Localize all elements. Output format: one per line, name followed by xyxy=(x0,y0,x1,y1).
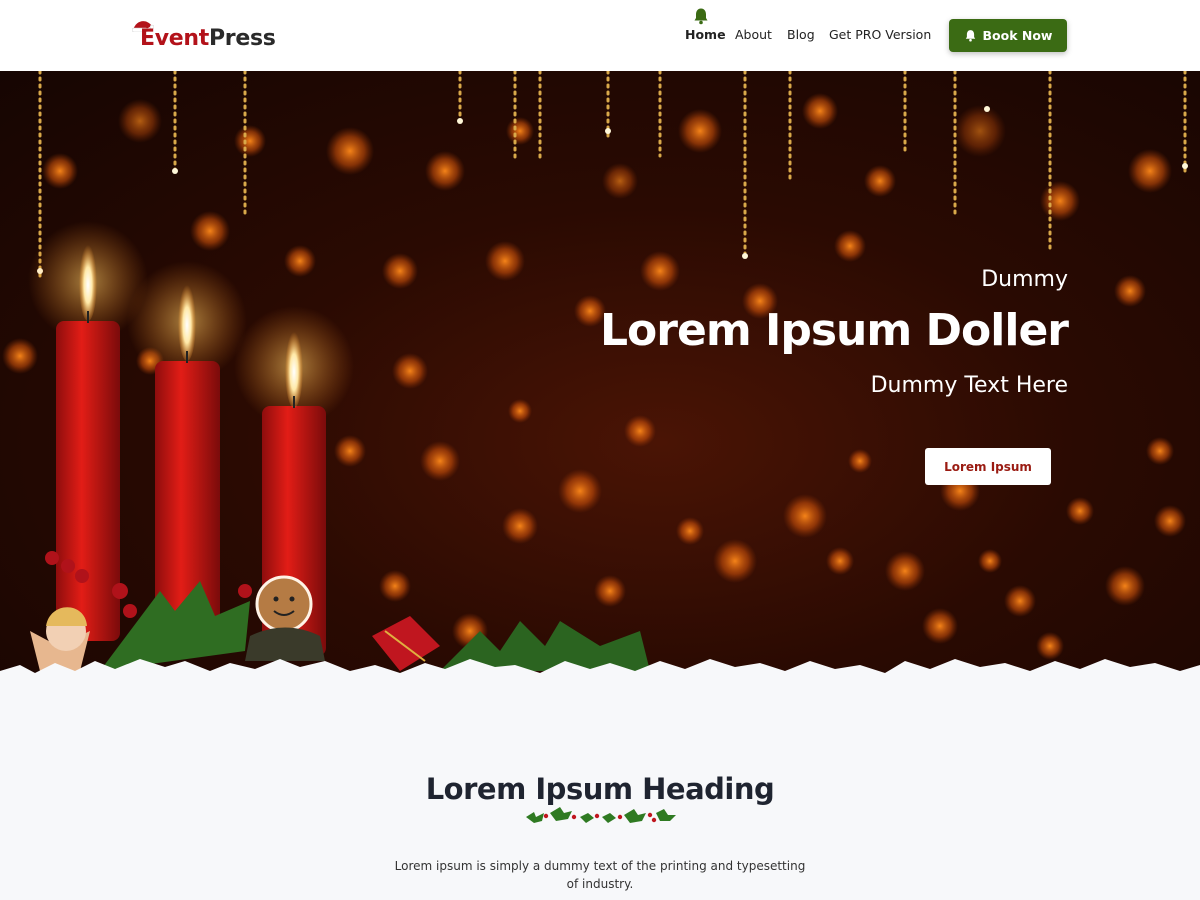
hero-banner: Dummy Lorem Ipsum Doller Dummy Text Here… xyxy=(0,71,1200,690)
section-description: Lorem ipsum is simply a dummy text of th… xyxy=(394,859,806,891)
nav-home[interactable]: Home xyxy=(685,27,726,42)
hero-cta-button[interactable]: Lorem Ipsum xyxy=(925,448,1051,485)
book-now-button[interactable]: Book Now xyxy=(949,19,1067,52)
section-heading: Lorem Ipsum Heading xyxy=(425,772,775,807)
logo-text: EventPress xyxy=(140,26,276,51)
nav-get-pro[interactable]: Get PRO Version xyxy=(829,27,931,42)
holly-divider-icon xyxy=(526,807,676,823)
logo-text-press: Press xyxy=(208,26,276,51)
hero-subtitle-top: Dummy xyxy=(981,267,1068,292)
nav-blog[interactable]: Blog xyxy=(787,27,815,42)
nav-about[interactable]: About xyxy=(735,27,772,42)
logo-text-event: Event xyxy=(140,26,209,51)
snow-edge-divider xyxy=(0,659,1200,700)
hero-title: Lorem Ipsum Doller xyxy=(600,305,1069,356)
christmas-decorations xyxy=(30,551,650,671)
site-header: EventPress Home About Blog Get PRO Versi… xyxy=(0,0,1200,71)
bell-icon xyxy=(965,30,975,42)
book-now-label: Book Now xyxy=(982,28,1053,43)
hero-subtitle-bottom: Dummy Text Here xyxy=(870,373,1068,398)
bell-icon xyxy=(694,8,708,25)
